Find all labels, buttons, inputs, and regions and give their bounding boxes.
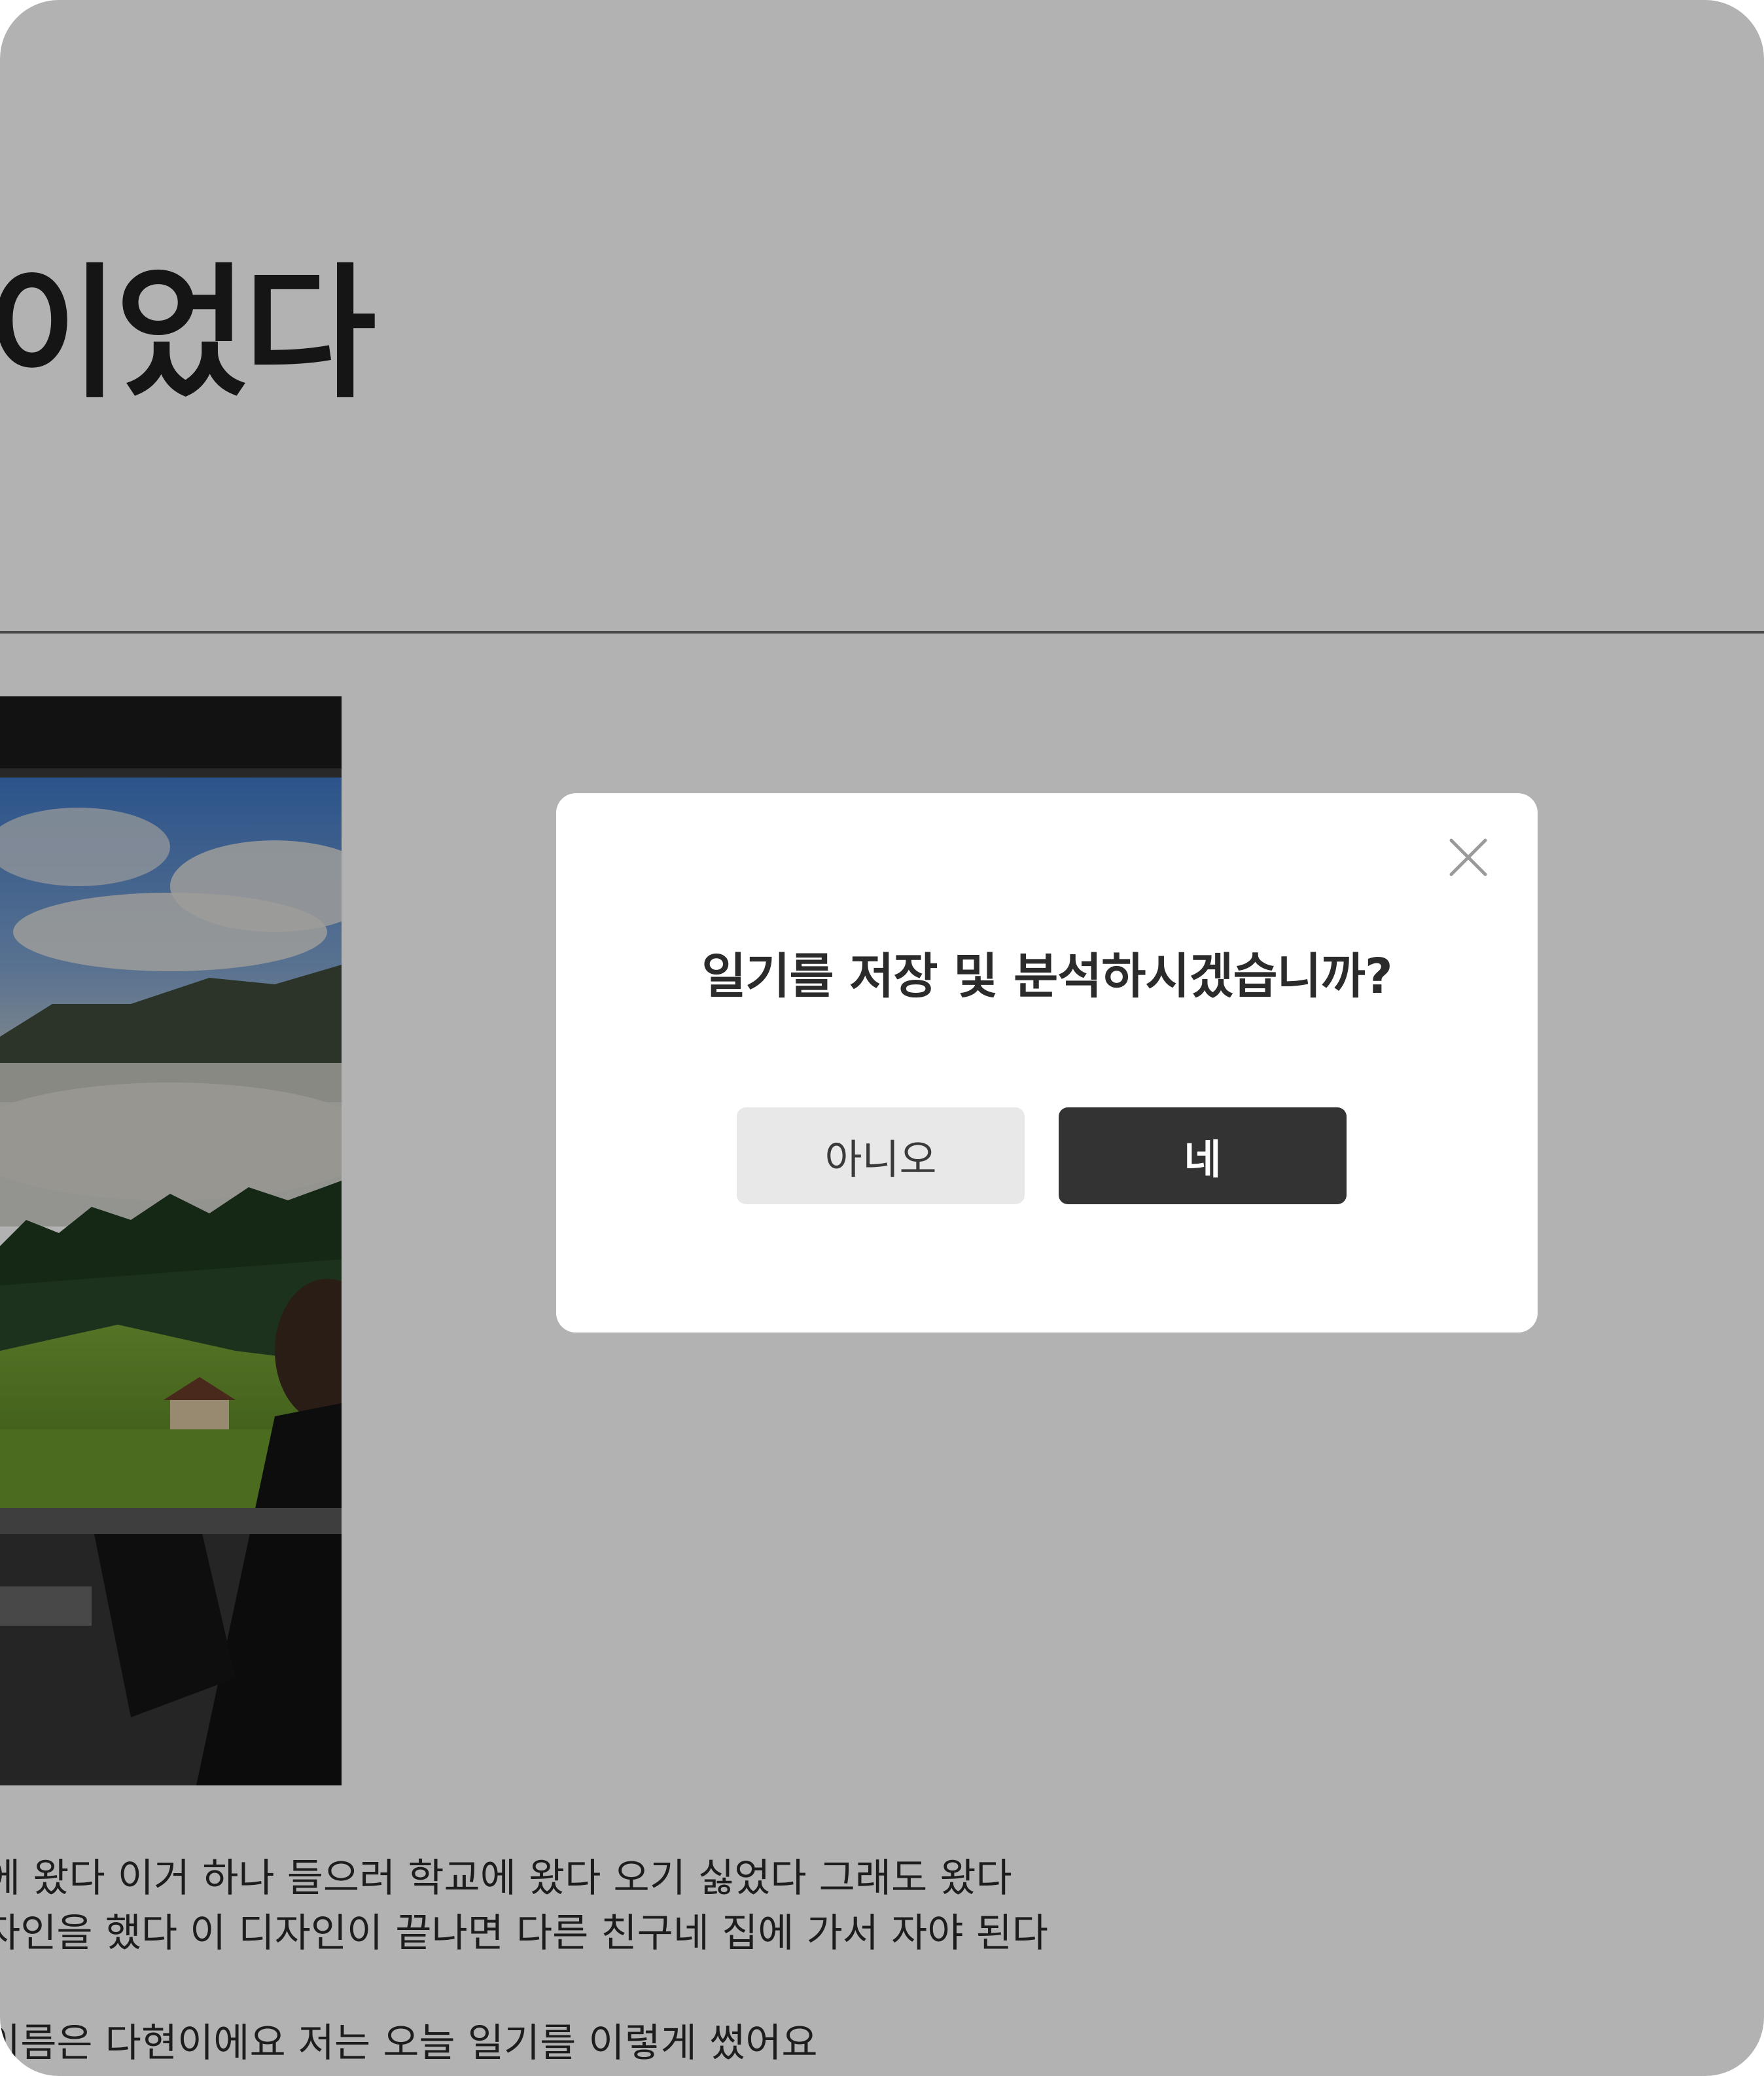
- dialog-question: 일기를 저장 및 분석하시겠습니까?: [701, 948, 1392, 1005]
- yes-button[interactable]: 네: [1059, 1107, 1347, 1204]
- close-button[interactable]: [1441, 830, 1496, 885]
- save-confirm-dialog: 일기를 저장 및 분석하시겠습니까? 아니오 네: [556, 793, 1538, 1333]
- app-screen: 이었다 에 왔다 이거 하나 들으러 학교에 왔다 오기 싫었다 그래도 왔다 …: [0, 0, 1764, 2076]
- no-button[interactable]: 아니오: [737, 1107, 1025, 1204]
- close-icon: [1449, 838, 1487, 876]
